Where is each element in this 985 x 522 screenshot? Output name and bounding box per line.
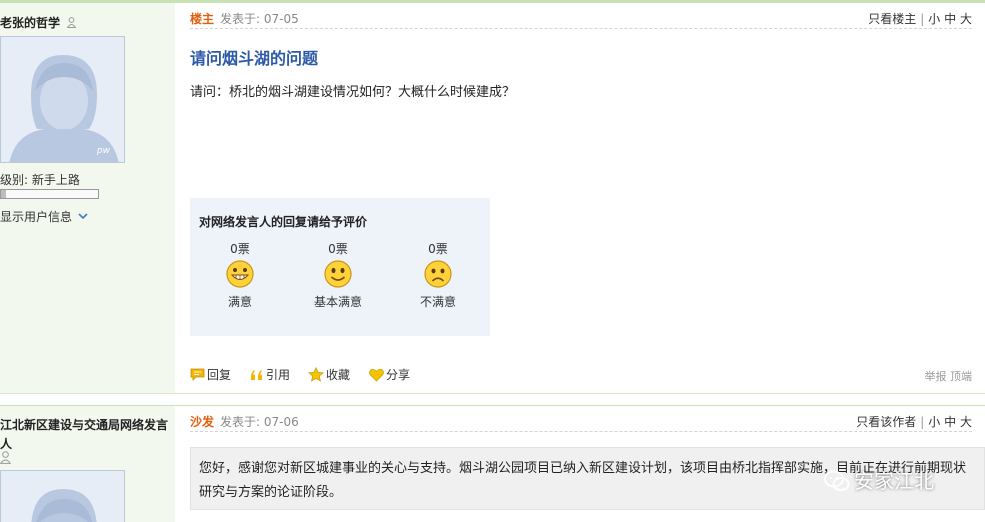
level-progress-bar [0, 189, 99, 199]
only-author-link[interactable]: 只看楼主 [868, 12, 916, 26]
share-button[interactable]: 分享 [369, 366, 410, 383]
font-large-link[interactable]: 大 [960, 12, 972, 26]
grin-face-icon[interactable] [225, 259, 255, 289]
forum-thread: 老张的哲学 pw 级别: 新手上路 显示用户信息 楼主 发表于: 07-05 只… [0, 0, 985, 522]
avatar-watermark: pw [96, 146, 110, 156]
rating-label: 不满意 [419, 295, 456, 309]
font-medium-link[interactable]: 中 [944, 12, 956, 26]
floor-label: 楼主 [190, 12, 215, 26]
floor-label: 沙发 [190, 415, 215, 429]
level-progress-fill [1, 190, 6, 198]
rating-label: 满意 [227, 295, 252, 309]
vote-count: 0票 [328, 242, 348, 256]
vote-count: 0票 [428, 242, 448, 256]
rating-option-satisfied[interactable]: 0票 满意 [190, 240, 290, 310]
post-actions: 回复 引用 收藏 分享 举报 顶端 [190, 366, 972, 386]
vote-count: 0票 [230, 242, 250, 256]
smile-face-icon[interactable] [323, 259, 353, 289]
author-name[interactable]: 江北新区建设与交通局网络发言人 [0, 416, 172, 454]
show-user-info-link[interactable]: 显示用户信息 [0, 208, 88, 225]
rating-option-unsatisfied[interactable]: 0票 不满意 [388, 240, 488, 310]
star-icon [308, 366, 324, 382]
quote-icon [250, 370, 262, 380]
font-small-link[interactable]: 小 [928, 415, 940, 429]
heart-icon [369, 368, 384, 382]
reply-icon [190, 368, 205, 381]
favorite-button[interactable]: 收藏 [308, 366, 350, 383]
quote-button[interactable]: 引用 [249, 366, 290, 383]
footer-links: 举报 顶端 [925, 368, 973, 384]
author-sidebar: 江北新区建设与交通局网络发言人 [0, 406, 175, 522]
user-level: 级别: 新手上路 [0, 173, 80, 187]
reply-button[interactable]: 回复 [190, 366, 231, 383]
rating-box: 对网络发言人的回复请给予评价 0票 满意 0票 基本满意 0票 不满意 [190, 198, 490, 336]
separator: | [920, 12, 925, 26]
post-divider [0, 393, 985, 406]
post-body: 请问：桥北的烟斗湖建设情况如何？大概什么时候建成？ [190, 85, 516, 100]
avatar-silhouette-icon [1, 471, 124, 522]
rating-option-basic[interactable]: 0票 基本满意 [288, 240, 388, 310]
only-author-link[interactable]: 只看该作者 [856, 415, 916, 429]
wechat-icon [824, 470, 850, 491]
font-medium-link[interactable]: 中 [944, 415, 956, 429]
back-to-top-link[interactable]: 顶端 [950, 370, 972, 383]
separator: | [920, 415, 925, 429]
user-icon [67, 17, 77, 28]
author-name[interactable]: 老张的哲学 [0, 14, 77, 31]
post-header: 沙发 发表于: 07-06 只看该作者 | 小 中 大 [190, 409, 972, 432]
avatar[interactable]: pw [0, 36, 125, 163]
font-small-link[interactable]: 小 [928, 12, 940, 26]
rating-label: 基本满意 [313, 295, 362, 309]
sad-face-icon[interactable] [423, 259, 453, 289]
author-sidebar: 老张的哲学 pw 级别: 新手上路 显示用户信息 [0, 3, 175, 393]
post-header: 楼主 发表于: 07-05 只看楼主 | 小 中 大 [190, 6, 972, 29]
post-time: 发表于: 07-05 [220, 12, 299, 26]
user-icon [0, 451, 11, 464]
font-large-link[interactable]: 大 [960, 415, 972, 429]
view-options: 只看该作者 | 小 中 大 [856, 413, 972, 430]
report-link[interactable]: 举报 [925, 370, 947, 383]
rating-title: 对网络发言人的回复请给予评价 [199, 215, 368, 229]
post-time: 发表于: 07-06 [220, 415, 299, 429]
avatar-silhouette-icon [1, 37, 124, 162]
view-options: 只看楼主 | 小 中 大 [868, 10, 972, 27]
post-title: 请问烟斗湖的问题 [190, 49, 319, 68]
watermark: 安家江北 [824, 465, 934, 494]
avatar[interactable] [0, 470, 125, 522]
chevron-down-icon [78, 213, 88, 220]
